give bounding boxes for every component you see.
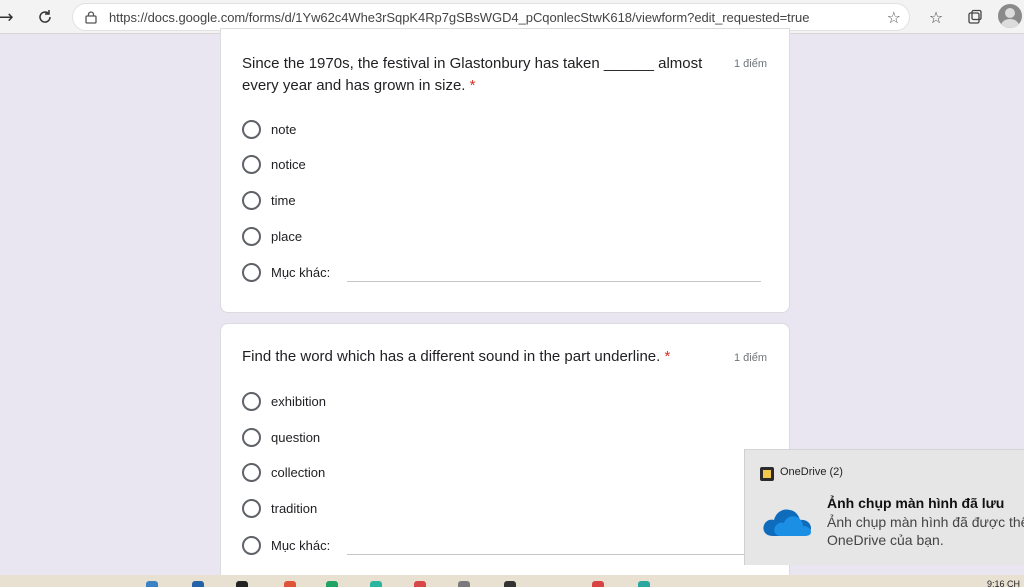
radio-button[interactable]: [242, 262, 261, 282]
option-label: tradition: [271, 500, 318, 516]
profile-icon[interactable]: [998, 4, 1022, 28]
question-title: Find the word which has a different soun…: [242, 346, 732, 368]
option-label: collection: [271, 464, 326, 480]
question-title: Since the 1970s, the festival in Glaston…: [242, 53, 732, 97]
radio-button[interactable]: [242, 498, 261, 518]
taskbar-app-icon[interactable]: [284, 581, 296, 587]
notification-body-line: Ảnh chụp màn hình đã được thêm: [827, 514, 1024, 530]
radio-button[interactable]: [242, 391, 261, 411]
onedrive-app-icon: [760, 467, 774, 481]
option-note[interactable]: note: [242, 117, 296, 141]
address-bar[interactable]: https://docs.google.com/forms/d/1Yw62c4W…: [72, 3, 910, 31]
other-text-input[interactable]: [347, 281, 761, 282]
favorites-icon[interactable]: ☆: [925, 6, 947, 28]
taskbar-app-icon[interactable]: [236, 581, 248, 587]
radio-button[interactable]: [242, 427, 261, 447]
option-label: notice: [271, 156, 306, 172]
radio-button[interactable]: [242, 119, 261, 139]
option-question[interactable]: question: [242, 425, 320, 449]
option-label: exhibition: [271, 393, 326, 409]
taskbar-app-icon[interactable]: [592, 581, 604, 587]
taskbar-app-icon[interactable]: [146, 581, 158, 587]
collections-icon[interactable]: [964, 6, 986, 28]
radio-button[interactable]: [242, 154, 261, 174]
option-other[interactable]: Mục khác:: [242, 260, 330, 284]
radio-button[interactable]: [242, 226, 261, 246]
required-marker: *: [664, 348, 671, 365]
other-text-input[interactable]: [347, 554, 761, 555]
onedrive-notification[interactable]: OneDrive (2) Ảnh chụp màn hình đã lưu Ản…: [744, 449, 1024, 565]
url-text[interactable]: https://docs.google.com/forms/d/1Yw62c4W…: [109, 10, 809, 25]
taskbar-app-icon[interactable]: [370, 581, 382, 587]
reload-icon[interactable]: [33, 5, 57, 29]
taskbar-app-icon[interactable]: [504, 581, 516, 587]
option-label: place: [271, 228, 303, 244]
taskbar-app-icon[interactable]: [638, 581, 650, 587]
option-collection[interactable]: collection: [242, 460, 325, 484]
back-icon[interactable]: →: [0, 5, 18, 29]
option-notice[interactable]: notice: [242, 152, 306, 176]
question-text: Find the word which has a different soun…: [242, 348, 661, 365]
option-label: note: [271, 121, 297, 137]
question-card-2: Find the word which has a different soun…: [220, 323, 790, 587]
option-time[interactable]: time: [242, 188, 296, 212]
option-tradition[interactable]: tradition: [242, 496, 317, 520]
taskbar: 9:16 CH: [0, 575, 1024, 587]
radio-button[interactable]: [242, 462, 261, 482]
option-label: Mục khác:: [271, 537, 331, 553]
taskbar-app-icon[interactable]: [414, 581, 426, 587]
radio-button[interactable]: [242, 190, 261, 210]
option-label: time: [271, 192, 296, 208]
add-favorite-icon[interactable]: ☆: [887, 8, 901, 27]
cloud-icon: [763, 509, 811, 536]
taskbar-app-icon[interactable]: [458, 581, 470, 587]
option-other[interactable]: Mục khác:: [242, 533, 330, 557]
lock-icon[interactable]: [85, 11, 97, 24]
notification-body-line: OneDrive của bạn.: [827, 532, 944, 548]
taskbar-app-icon[interactable]: [192, 581, 204, 587]
option-exhibition[interactable]: exhibition: [242, 389, 326, 413]
option-label: Mục khác:: [271, 264, 331, 280]
points-label: 1 điểm: [733, 58, 767, 70]
option-place[interactable]: place: [242, 224, 302, 248]
taskbar-clock[interactable]: 9:16 CH: [987, 579, 1020, 587]
points-label: 1 điểm: [733, 352, 767, 364]
radio-button[interactable]: [242, 535, 261, 555]
taskbar-app-icon[interactable]: [326, 581, 338, 587]
notification-title: Ảnh chụp màn hình đã lưu: [827, 495, 1005, 511]
notification-body: Ảnh chụp màn hình đã được thêm OneDrive …: [827, 513, 1024, 549]
option-label: question: [271, 429, 321, 445]
notification-app-name: OneDrive (2): [780, 466, 843, 478]
question-card-1: Since the 1970s, the festival in Glaston…: [220, 28, 790, 313]
required-marker: *: [469, 77, 476, 94]
